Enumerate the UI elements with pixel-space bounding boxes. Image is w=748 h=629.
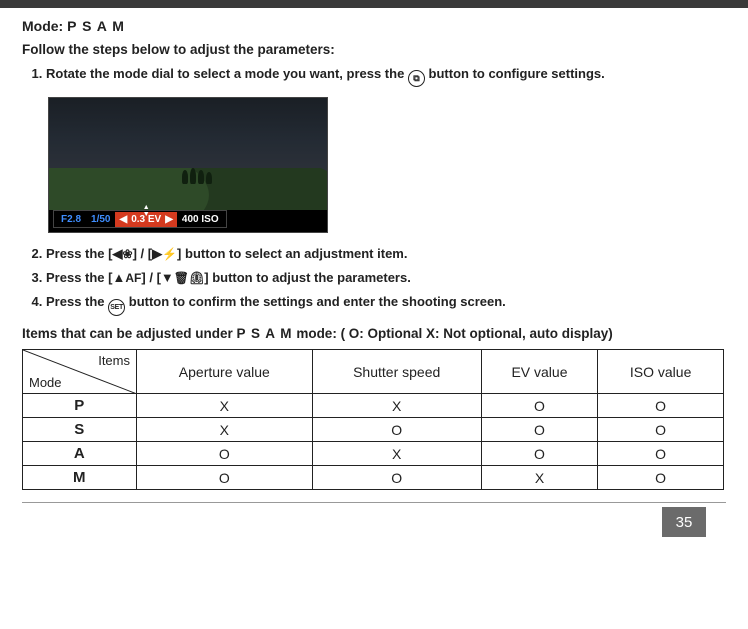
intro-text: Follow the steps below to adjust the par… bbox=[22, 42, 726, 57]
set-button-icon: SET bbox=[108, 299, 125, 316]
col-aperture: Aperture value bbox=[137, 350, 313, 394]
mode-value: P S A M bbox=[67, 18, 125, 34]
col-ev: EV value bbox=[481, 350, 598, 394]
trees-graphic bbox=[182, 166, 222, 184]
mode-heading: Mode: P S A M bbox=[22, 18, 726, 34]
camera-display: F2.8 1/50 ▲▼ ◀ 0.3 EV ▶ 400 ISO bbox=[48, 97, 328, 233]
aperture-value: F2.8 bbox=[56, 214, 86, 225]
timer-icon: ⏲ bbox=[189, 271, 204, 285]
ev-selector: ▲▼ ◀ 0.3 EV ▶ bbox=[115, 212, 176, 227]
macro-icon: ❀ bbox=[123, 247, 133, 261]
step-3: Press the [▲AF] / [▼🗑⏲] button to adjust… bbox=[46, 269, 726, 287]
mode-label: Mode: bbox=[22, 18, 63, 34]
table-row: A O X O O bbox=[23, 442, 724, 466]
up-icon: ▲ bbox=[113, 270, 126, 285]
table-intro: Items that can be adjusted under P S A M… bbox=[22, 326, 726, 341]
col-iso: ISO value bbox=[598, 350, 724, 394]
ev-button-icon: ⧉ bbox=[408, 70, 425, 87]
table-row: P X X O O bbox=[23, 394, 724, 418]
right-icon: ▶ bbox=[152, 246, 162, 261]
footer: 35 bbox=[22, 502, 726, 537]
down-icon: ▼ bbox=[161, 270, 174, 285]
exposure-band: F2.8 1/50 ▲▼ ◀ 0.3 EV ▶ 400 ISO bbox=[53, 210, 227, 228]
table-diag-header: Items Mode bbox=[23, 350, 137, 394]
trash-icon: 🗑 bbox=[174, 271, 189, 285]
left-arrow-icon: ◀ bbox=[119, 214, 127, 225]
table-row: S X O O O bbox=[23, 418, 724, 442]
right-arrow-icon: ▶ bbox=[165, 214, 173, 225]
left-icon: ◀ bbox=[113, 246, 123, 261]
page-content: Mode: P S A M Follow the steps below to … bbox=[0, 8, 748, 537]
table-row: M O O X O bbox=[23, 466, 724, 490]
shutter-value: 1/50 bbox=[86, 214, 115, 225]
af-icon: AF bbox=[125, 271, 141, 285]
iso-value: 400 ISO bbox=[177, 214, 224, 225]
step-4: Press the SET button to confirm the sett… bbox=[46, 293, 726, 316]
flash-icon: ⚡ bbox=[162, 247, 177, 261]
col-shutter: Shutter speed bbox=[312, 350, 481, 394]
steps-list-2: Press the [◀❀] / [▶⚡] button to select a… bbox=[22, 245, 726, 316]
step-1: Rotate the mode dial to select a mode yo… bbox=[46, 65, 726, 87]
top-bar bbox=[0, 0, 748, 8]
step-2: Press the [◀❀] / [▶⚡] button to select a… bbox=[46, 245, 726, 263]
modes-table: Items Mode Aperture value Shutter speed … bbox=[22, 349, 724, 490]
page-number: 35 bbox=[662, 507, 706, 537]
steps-list: Rotate the mode dial to select a mode yo… bbox=[22, 65, 726, 87]
